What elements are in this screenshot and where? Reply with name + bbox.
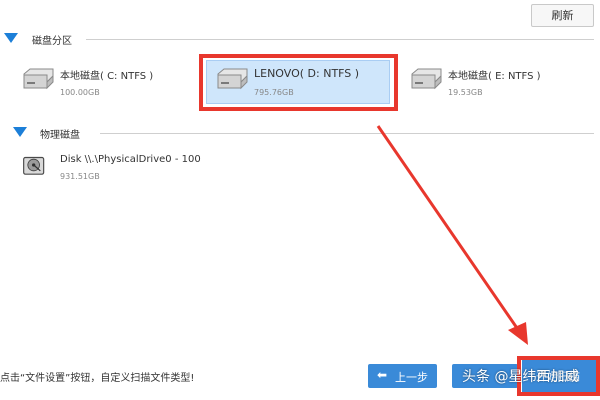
physical-disk-icon xyxy=(23,156,45,175)
partitions-section-title: 磁盘分区 xyxy=(32,36,72,47)
physical-section-header: 物理磁盘 xyxy=(0,127,600,143)
divider xyxy=(86,39,594,40)
arrow-left-icon: ⬅ xyxy=(377,368,388,382)
drive-name: Disk \\.\PhysicalDrive0 - 100 xyxy=(60,154,201,165)
drive-name: 本地磁盘( E: NTFS ) xyxy=(448,71,541,82)
hard-drive-icon xyxy=(411,68,442,90)
watermark-text: 头条 @星纬西加威 xyxy=(462,369,579,385)
physical-section-title: 物理磁盘 xyxy=(40,130,80,141)
drive-size: 19.53GB xyxy=(448,88,483,97)
collapse-triangle-icon[interactable] xyxy=(4,33,18,43)
refresh-button[interactable]: 刷新 xyxy=(531,4,594,27)
annotation-highlight-box xyxy=(199,54,398,111)
divider xyxy=(100,133,594,134)
partitions-section-header: 磁盘分区 xyxy=(0,33,600,49)
collapse-triangle-icon[interactable] xyxy=(13,127,27,137)
hint-text: 点击“文件设置”按钮，自定义扫描文件类型! xyxy=(0,373,195,384)
previous-step-button[interactable]: ⬅ 上一步 xyxy=(368,364,437,388)
drive-size: 100.00GB xyxy=(60,88,100,97)
drive-name: 本地磁盘( C: NTFS ) xyxy=(60,71,154,82)
previous-step-label: 上一步 xyxy=(395,371,428,384)
hard-drive-icon xyxy=(23,68,54,90)
physical-drive-item[interactable]: Disk \\.\PhysicalDrive0 - 100 931.51GB xyxy=(22,150,282,194)
drive-item-e[interactable]: 本地磁盘( E: NTFS ) 19.53GB xyxy=(408,62,578,106)
drive-item-c[interactable]: 本地磁盘( C: NTFS ) 100.00GB xyxy=(20,62,190,106)
drive-size: 931.51GB xyxy=(60,172,100,181)
